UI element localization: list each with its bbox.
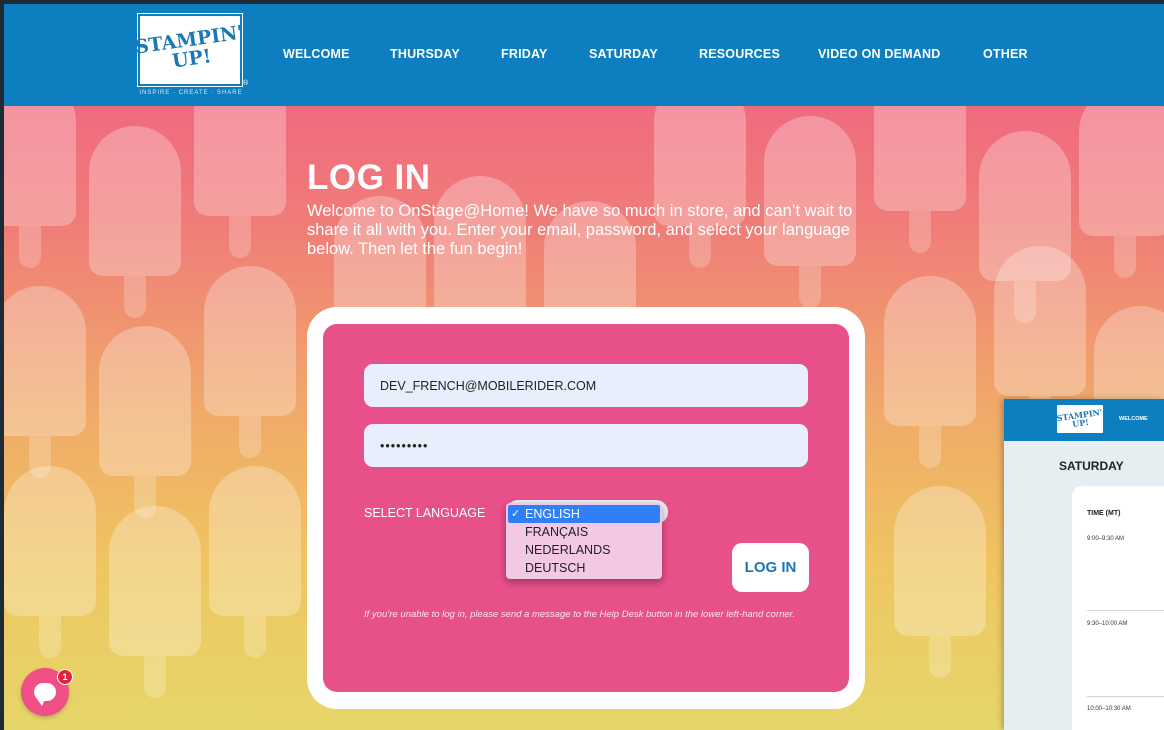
- preview-logo: STAMPIN' UP!: [1056, 405, 1103, 433]
- popsicle-decoration: [99, 326, 191, 518]
- preview-logo-text: STAMPIN' UP!: [1056, 406, 1103, 430]
- preview-schedule-card: [1072, 486, 1164, 730]
- nav-friday[interactable]: FRIDAY: [501, 47, 548, 61]
- intro-text: Welcome to OnStage@Home! We have so much…: [307, 202, 853, 258]
- logo-text: STAMPIN' UP!: [133, 21, 245, 73]
- popsicle-decoration: [884, 276, 976, 468]
- preview-nav-welcome: WELCOME: [1119, 416, 1148, 422]
- email-field[interactable]: DEV_FRENCH@MOBILERIDER.COM: [364, 364, 808, 407]
- checkmark-icon: ✓: [511, 508, 521, 520]
- preview-divider: [1087, 696, 1164, 697]
- popsicle-decoration: [4, 286, 86, 478]
- preview-divider: [1087, 610, 1164, 611]
- registered-mark: ®: [243, 80, 249, 87]
- popsicle-decoration: [204, 266, 296, 458]
- preview-time-slot: 10:00–10:30 AM: [1087, 706, 1131, 712]
- language-option-francais[interactable]: FRANÇAIS: [508, 523, 660, 541]
- nav-thursday[interactable]: THURSDAY: [390, 47, 460, 61]
- popsicle-decoration: [89, 126, 181, 318]
- option-label: ENGLISH: [525, 507, 580, 521]
- stampin-up-logo[interactable]: STAMPIN' UP!: [133, 14, 244, 86]
- nav-saturday[interactable]: SATURDAY: [589, 47, 658, 61]
- chat-icon: [34, 683, 56, 706]
- preview-header: STAMPIN' UP! WELCOME: [1004, 399, 1164, 441]
- password-field[interactable]: •••••••••: [364, 424, 808, 467]
- preview-time-header: TIME (MT): [1087, 510, 1121, 517]
- language-dropdown: ✓ ENGLISH FRANÇAIS NEDERLANDS DEUTSCH: [506, 503, 662, 579]
- preview-day-title: SATURDAY: [1059, 459, 1124, 473]
- language-option-nederlands[interactable]: NEDERLANDS: [508, 541, 660, 559]
- popsicle-decoration: [209, 466, 301, 658]
- language-label: SELECT LANGUAGE: [364, 506, 486, 520]
- popsicle-decoration: [4, 106, 76, 268]
- nav-welcome[interactable]: WELCOME: [283, 47, 350, 61]
- browser-viewport: STAMPIN' UP! ® INSPIRE · CREATE · SHARE …: [4, 4, 1164, 730]
- help-text: If you’re unable to log in, please send …: [364, 609, 796, 620]
- popsicle-decoration: [4, 466, 96, 658]
- page-title: LOG IN: [307, 158, 431, 197]
- nav-resources[interactable]: RESOURCES: [699, 47, 780, 61]
- language-option-deutsch[interactable]: DEUTSCH: [508, 559, 660, 577]
- preview-time-slot: 9:30–10:00 AM: [1087, 621, 1128, 627]
- language-option-english[interactable]: ✓ ENGLISH: [508, 505, 660, 523]
- nav-other[interactable]: OTHER: [983, 47, 1028, 61]
- schedule-preview-panel[interactable]: STAMPIN' UP! WELCOME SATURDAY TIME (MT) …: [1004, 399, 1164, 730]
- notification-badge: 1: [57, 669, 73, 685]
- login-button[interactable]: LOG IN: [732, 543, 809, 592]
- preview-time-slot: 9:00–9:30 AM: [1087, 536, 1125, 542]
- site-header: STAMPIN' UP! ® INSPIRE · CREATE · SHARE …: [4, 4, 1164, 106]
- logo-tagline: INSPIRE · CREATE · SHARE: [139, 90, 243, 96]
- popsicle-decoration: [1079, 106, 1164, 278]
- popsicle-decoration: [874, 106, 966, 253]
- popsicle-decoration: [894, 486, 986, 678]
- nav-video-on-demand[interactable]: VIDEO ON DEMAND: [818, 47, 940, 61]
- popsicle-decoration: [109, 506, 201, 698]
- popsicle-decoration: [194, 106, 286, 258]
